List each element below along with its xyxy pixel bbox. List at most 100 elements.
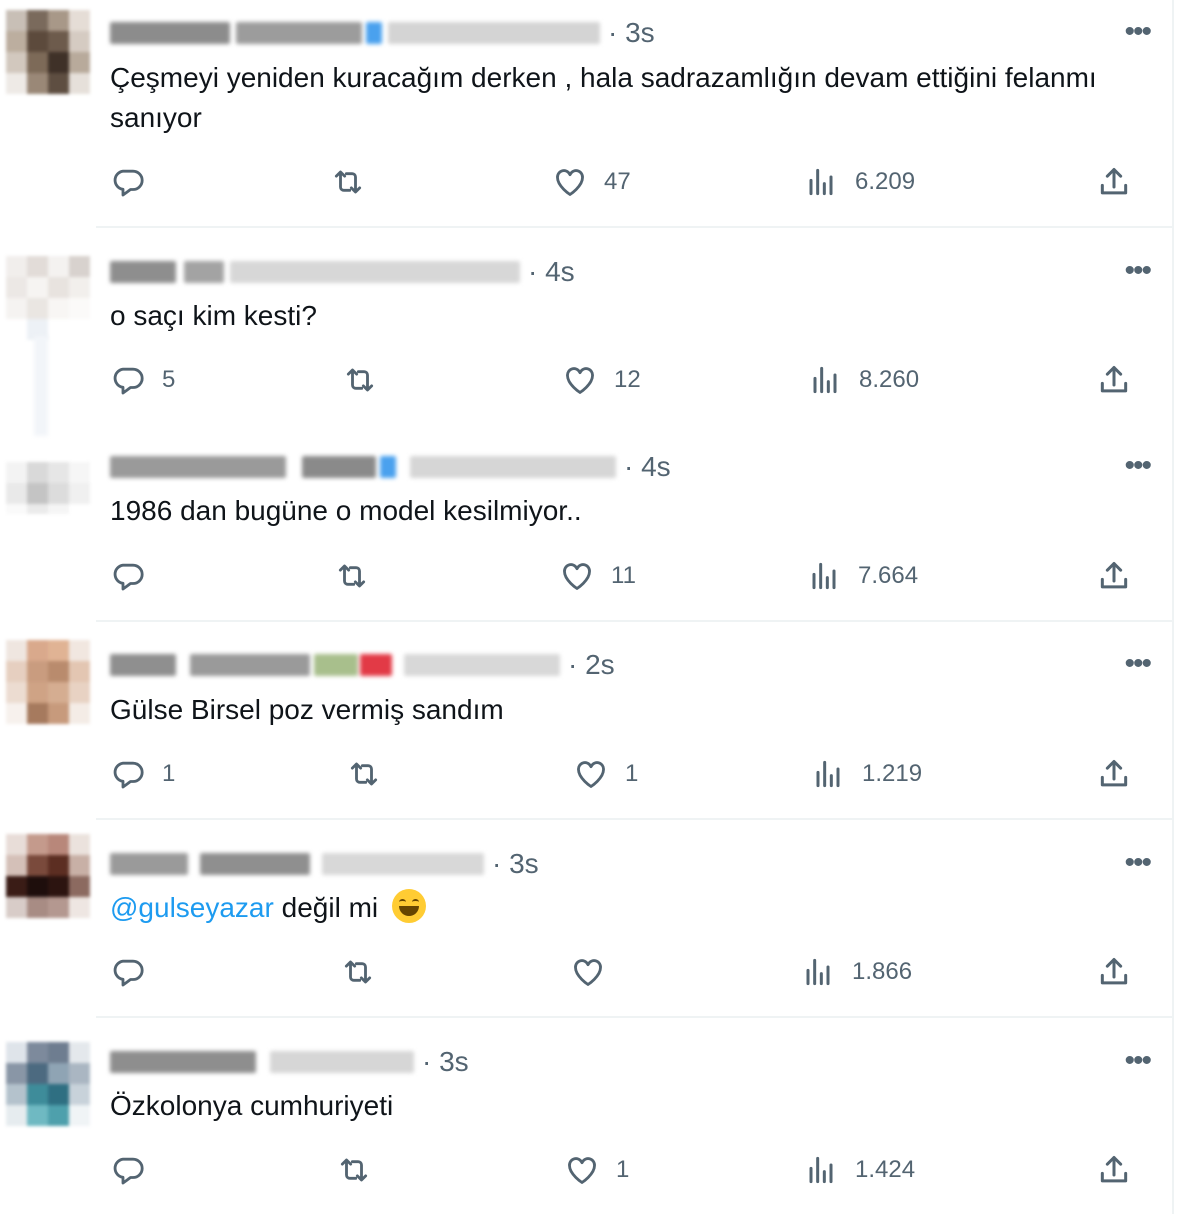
retweet-button[interactable]: [328, 162, 382, 202]
author-name-redacted[interactable]: [110, 261, 176, 283]
tweet[interactable]: · 3s ••• @gulseyazar değil mi 1.866: [0, 820, 1172, 1018]
author-name-redacted[interactable]: [110, 22, 230, 44]
views-button[interactable]: 8.260: [805, 360, 919, 400]
author-name-redacted[interactable]: [200, 853, 310, 875]
avatar[interactable]: [6, 462, 90, 514]
share-button[interactable]: [1094, 162, 1134, 202]
avatar[interactable]: [6, 10, 90, 94]
more-icon[interactable]: •••: [1124, 17, 1151, 47]
share-button[interactable]: [1094, 556, 1134, 596]
author-name-redacted[interactable]: [110, 456, 286, 478]
like-button[interactable]: [568, 952, 622, 992]
tweet-time[interactable]: · 2s: [568, 649, 615, 681]
avatar[interactable]: [6, 640, 90, 724]
views-icon: [809, 168, 833, 196]
retweet-icon: [340, 1158, 368, 1182]
views-button[interactable]: 1.424: [801, 1150, 915, 1190]
retweet-icon: [338, 564, 366, 588]
author-name-redacted[interactable]: [110, 654, 176, 676]
tweet-header: · 4s: [110, 255, 575, 289]
retweet-icon: [344, 960, 372, 984]
views-button[interactable]: 1.219: [808, 754, 922, 794]
views-icon: [816, 760, 840, 788]
tweet-text: 1986 dan bugüne o model kesilmiyor..: [110, 495, 582, 526]
author-handle-redacted[interactable]: [322, 853, 484, 875]
author-handle-redacted[interactable]: [270, 1051, 414, 1073]
views-icon: [812, 562, 836, 590]
grinning-emoji-icon: [391, 889, 426, 923]
share-button[interactable]: [1094, 360, 1134, 400]
tweet-header: · 3s: [110, 847, 539, 881]
tweet[interactable]: · 4s ••• o saçı kim kesti? 5 12 8.260: [0, 228, 1172, 436]
emoji-redacted: [314, 654, 358, 676]
more-icon[interactable]: •••: [1124, 1046, 1151, 1076]
share-button[interactable]: [1094, 1150, 1134, 1190]
emoji-redacted: [360, 654, 392, 676]
author-name-redacted[interactable]: [110, 853, 188, 875]
reply-icon: [113, 1157, 144, 1185]
reply-button[interactable]: 1: [108, 754, 175, 794]
tweet[interactable]: · 4s ••• 1986 dan bugüne o model kesilmi…: [0, 428, 1172, 622]
like-button[interactable]: 1: [571, 754, 638, 794]
tweet-time[interactable]: · 4s: [528, 256, 575, 288]
retweet-button[interactable]: [334, 1150, 388, 1190]
views-button[interactable]: 6.209: [801, 162, 915, 202]
reply-button[interactable]: [108, 1150, 162, 1190]
retweet-button[interactable]: [332, 556, 386, 596]
tweet-actions: 11 7.664: [0, 556, 1172, 596]
views-button[interactable]: 1.866: [798, 952, 912, 992]
author-handle-redacted[interactable]: [404, 654, 560, 676]
tweet[interactable]: · 3s ••• Çeşmeyi yeniden kuracağım derke…: [0, 0, 1172, 228]
verified-badge-redacted: [380, 456, 396, 478]
author-name-redacted[interactable]: [184, 261, 224, 283]
tweet[interactable]: · 2s ••• Gülse Birsel poz vermiş sandım …: [0, 622, 1172, 820]
reply-icon: [113, 959, 144, 987]
author-handle-redacted[interactable]: [410, 456, 616, 478]
like-button[interactable]: 12: [560, 360, 641, 400]
share-button[interactable]: [1094, 952, 1134, 992]
tweet-header: · 4s: [110, 450, 671, 484]
like-button[interactable]: 47: [550, 162, 631, 202]
retweet-button[interactable]: [338, 952, 392, 992]
avatar[interactable]: [6, 1042, 90, 1126]
like-button[interactable]: 11: [557, 556, 636, 596]
retweet-icon: [350, 762, 378, 786]
avatar[interactable]: [6, 834, 90, 918]
view-count: 1.219: [862, 760, 923, 787]
mention-link[interactable]: @gulseyazar: [110, 892, 274, 923]
tweet[interactable]: · 3s ••• Özkolonya cumhuriyeti 1 1.424: [0, 1018, 1172, 1214]
reply-button[interactable]: [108, 556, 162, 596]
reply-icon: [113, 367, 144, 395]
tweet-actions: 1 1 1.219: [0, 754, 1172, 794]
author-name-redacted[interactable]: [190, 654, 310, 676]
author-name-redacted[interactable]: [236, 22, 362, 44]
tweet-time[interactable]: · 4s: [624, 451, 671, 483]
author-handle-redacted[interactable]: [230, 261, 520, 283]
tweet-time[interactable]: · 3s: [608, 17, 655, 49]
author-handle-redacted[interactable]: [388, 22, 600, 44]
more-icon[interactable]: •••: [1124, 848, 1151, 878]
views-icon: [806, 958, 830, 986]
tweet-text: o saçı kim kesti?: [110, 300, 317, 331]
tweet-actions: 1.866: [0, 952, 1172, 992]
more-icon[interactable]: •••: [1124, 256, 1151, 286]
share-icon: [1100, 168, 1128, 195]
tweet-time[interactable]: · 3s: [492, 848, 539, 880]
more-icon[interactable]: •••: [1124, 451, 1151, 481]
like-button[interactable]: 1: [562, 1150, 629, 1190]
tweet-time[interactable]: · 3s: [422, 1046, 469, 1078]
more-icon[interactable]: •••: [1124, 649, 1151, 679]
tweet-header: · 3s: [110, 16, 655, 50]
views-button[interactable]: 7.664: [804, 556, 918, 596]
retweet-button[interactable]: [340, 360, 394, 400]
avatar[interactable]: [6, 256, 90, 340]
author-name-redacted[interactable]: [302, 456, 376, 478]
share-button[interactable]: [1094, 754, 1134, 794]
reply-button[interactable]: 5: [108, 360, 175, 400]
reply-button[interactable]: [108, 952, 162, 992]
reply-button[interactable]: [108, 162, 162, 202]
retweet-button[interactable]: [344, 754, 398, 794]
heart-icon: [577, 761, 605, 788]
author-name-redacted[interactable]: [110, 1051, 256, 1073]
view-count: 8.260: [859, 366, 920, 393]
